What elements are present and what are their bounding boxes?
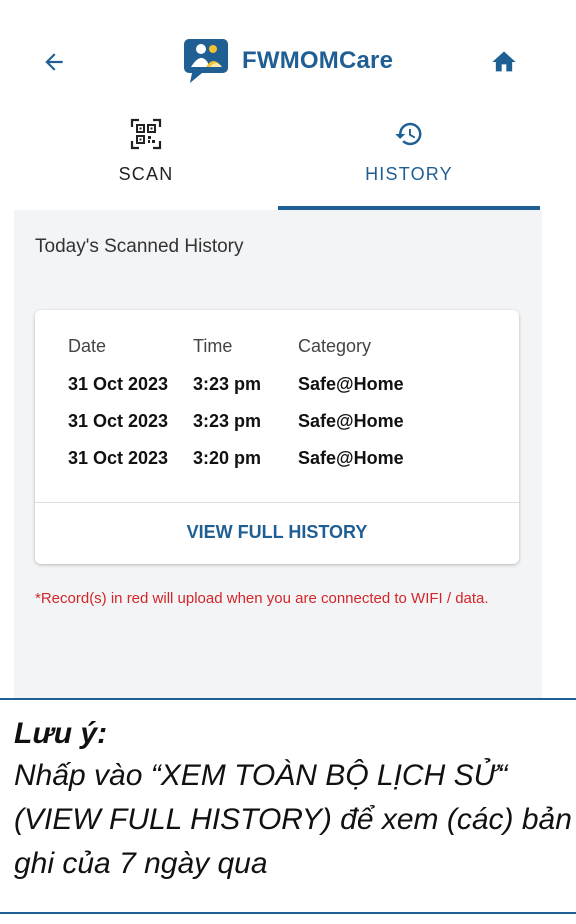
- column-header-category: Category: [298, 336, 372, 356]
- top-app-bar: FWMOMCare: [0, 0, 576, 110]
- row-time: 3:23 pm: [193, 374, 262, 394]
- section-title: Today's Scanned History: [35, 236, 244, 257]
- back-button[interactable]: [36, 44, 72, 80]
- row-date: 31 Oct 2023: [68, 374, 169, 394]
- history-clock-icon: [391, 116, 427, 152]
- fwmomcare-logo-icon: [184, 39, 228, 83]
- tab-scan-label: SCAN: [118, 164, 174, 184]
- history-panel: Today's Scanned History Date Time Catego…: [14, 210, 542, 698]
- row-time: 3:23 pm: [193, 411, 262, 431]
- tab-scan[interactable]: SCAN: [16, 110, 276, 210]
- view-full-history-button[interactable]: VIEW FULL HISTORY: [35, 522, 519, 543]
- row-time: 3:20 pm: [193, 448, 262, 468]
- tab-history[interactable]: HISTORY: [278, 110, 540, 210]
- caption-divider-bottom: [0, 912, 576, 914]
- history-card: Date Time Category 31 Oct 2023 3:23 pm S…: [35, 310, 519, 564]
- home-icon: [492, 51, 516, 72]
- tab-history-label: HISTORY: [365, 164, 453, 184]
- home-button[interactable]: [486, 44, 522, 80]
- tab-bar: SCAN HISTORY: [0, 110, 576, 210]
- app-brand: FWMOMCare: [182, 36, 393, 86]
- instruction-caption: Lưu ý: Nhấp vào “XEM TOÀN BỘ LỊCH SỬ“ (V…: [14, 714, 574, 886]
- row-category: Safe@Home: [298, 374, 404, 394]
- card-divider: [35, 502, 519, 503]
- caption-body: Nhấp vào “XEM TOÀN BỘ LỊCH SỬ“ (VIEW FUL…: [14, 759, 572, 880]
- app-title: FWMOMCare: [242, 47, 394, 74]
- column-header-time: Time: [193, 336, 233, 356]
- row-category: Safe@Home: [298, 448, 404, 468]
- row-date: 31 Oct 2023: [68, 448, 169, 468]
- caption-divider-top: [0, 698, 576, 700]
- upload-note: *Record(s) in red will upload when you a…: [35, 590, 489, 607]
- row-category: Safe@Home: [298, 411, 404, 431]
- column-header-date: Date: [68, 336, 107, 356]
- arrow-left-icon: [45, 53, 63, 71]
- qr-code-icon: [128, 116, 164, 152]
- caption-title: Lưu ý:: [14, 717, 108, 750]
- row-date: 31 Oct 2023: [68, 411, 169, 431]
